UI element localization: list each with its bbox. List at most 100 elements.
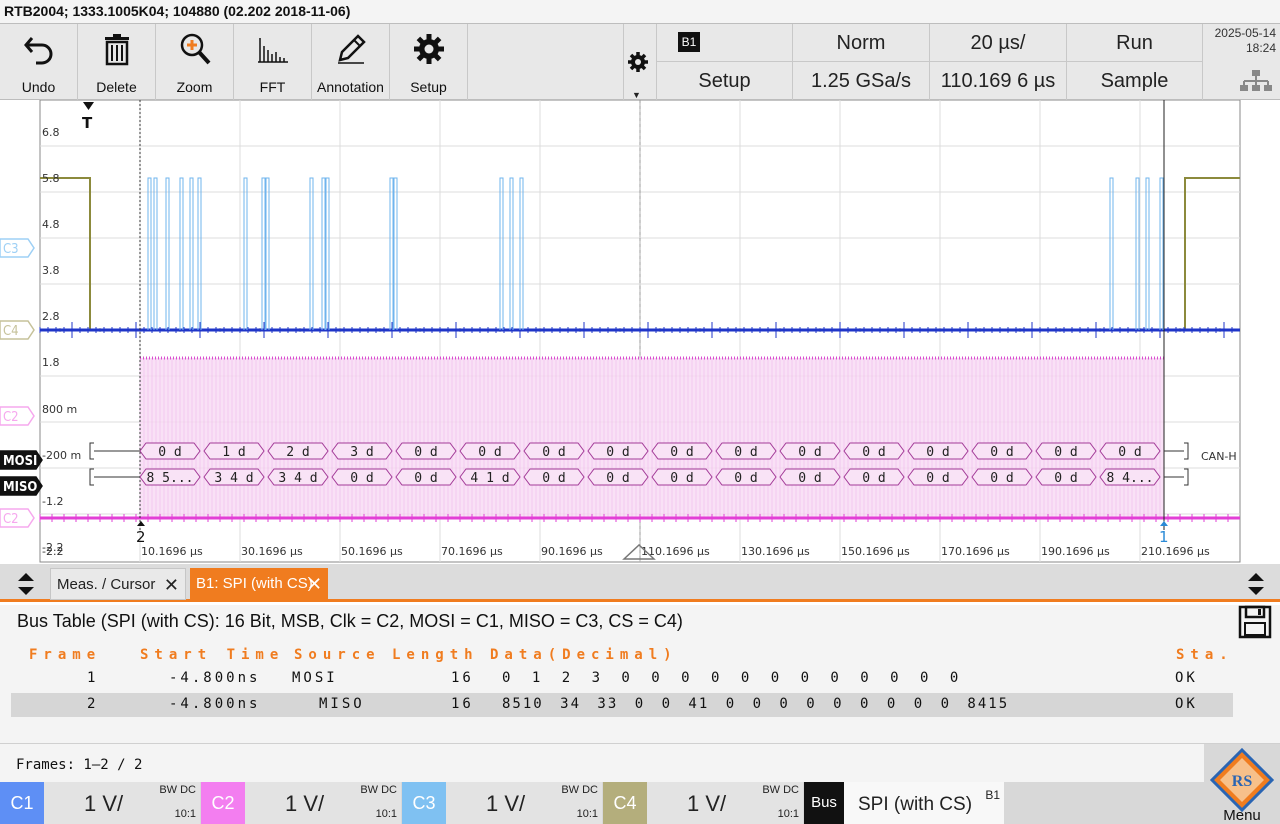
panel-resize-icon[interactable] [14, 570, 38, 598]
y-axis-label: 6.8 [42, 126, 60, 139]
gear-icon [413, 34, 444, 64]
mosi-frame-label: 0 d [414, 445, 437, 460]
miso-frame-label: 0 d [542, 471, 565, 486]
miso-frame-label: 3 4 d [214, 471, 253, 486]
mosi-frame-label: 0 d [606, 445, 629, 460]
quick-settings-gear-icon[interactable] [626, 50, 650, 74]
delete-button[interactable]: Delete [78, 24, 156, 100]
trigger-source-badge: B1 [678, 32, 700, 52]
miso-frame-label: 0 d [990, 471, 1013, 486]
fft-label: FFT [259, 79, 286, 95]
mosi-frame-label: 0 d [478, 445, 501, 460]
fft-button[interactable]: FFT [234, 24, 312, 100]
channel-c3-settings[interactable]: 1 V/ BW DC 10:1 [446, 782, 602, 824]
y-axis-label: 3.8 [42, 264, 60, 277]
miso-frame-label: 0 d [1054, 471, 1077, 486]
timebase[interactable]: 20 µs/ [930, 24, 1066, 62]
trigger-source-panel[interactable]: Setup [656, 24, 792, 100]
tab-meas-cursor[interactable]: Meas. / Cursor ✕ [50, 568, 186, 600]
x-axis-label: 90.1696 µs [541, 545, 603, 558]
row-length: 16 [451, 696, 474, 712]
row-frame: 1 [87, 670, 99, 686]
tab-meas-cursor-close-icon[interactable]: ✕ [164, 569, 179, 601]
channel-c4-settings[interactable]: 1 V/ BW DC 10:1 [647, 782, 803, 824]
bus-badge[interactable]: Bus [804, 782, 844, 824]
mosi-frame-label: 0 d [542, 445, 565, 460]
channel-c4-badge: C4 [603, 782, 647, 824]
row-source: MOSI [292, 670, 338, 686]
save-icon[interactable] [1238, 605, 1272, 639]
col-length: Length [392, 647, 479, 663]
channel-c1-settings[interactable]: 1 V/ BW DC 10:1 [44, 782, 200, 824]
bus-settings[interactable]: SPI (with CS) B1 [844, 782, 1004, 824]
mosi-frame-label: 0 d [926, 445, 949, 460]
cursor-1-label: 1 [1159, 528, 1169, 546]
run-state[interactable]: Run [1067, 24, 1202, 62]
miso-frame-label: 3 4 d [278, 471, 317, 486]
tab-bus-table-close-icon[interactable]: ✕ [307, 568, 322, 600]
bus-table-title: Bus Table (SPI (with CS): 16 Bit, MSB, C… [17, 611, 683, 631]
tab-meas-cursor-label: Meas. / Cursor [57, 576, 156, 593]
undo-button[interactable]: Undo [0, 24, 78, 100]
x-axis-label: 30.1696 µs [241, 545, 303, 558]
channel-c4-bw: BW DC [762, 784, 799, 796]
network-icon [1240, 70, 1272, 91]
channel-c1-badge: C1 [0, 782, 44, 824]
trigger-setup-button[interactable]: Setup [657, 62, 792, 100]
rs-logo-icon: RS [1210, 748, 1274, 812]
table-row[interactable]: 2 -4.800ns MISO 16 8510 34 33 0 0 41 0 0… [11, 693, 1233, 717]
spectrum-bars-icon [257, 38, 288, 63]
run-panel[interactable]: Run Sample [1066, 24, 1203, 100]
waveform-canvas[interactable]: 0 d 1 d 2 d 3 d 0 d 0 d 0 d 0 d 0 d 0 d 0 d 0 d 0 d 0… [0, 100, 1280, 564]
channel-c4[interactable]: C4 1 V/ BW DC 10:1 [603, 782, 803, 824]
x-axis-label: 150.1696 µs [841, 545, 910, 558]
channel-c3[interactable]: C3 1 V/ BW DC 10:1 [402, 782, 602, 824]
channel-c2-settings[interactable]: 1 V/ BW DC 10:1 [245, 782, 401, 824]
waveform-display[interactable]: 0 d 1 d 2 d 3 d 0 d 0 d 0 d 0 d 0 d 0 d 0 d 0 d 0 d 0… [0, 100, 1280, 564]
y-axis-label-bottom: -2.2 [42, 545, 63, 558]
panel-scroll-icon[interactable] [1244, 570, 1268, 598]
mosi-frame-label: 0 d [734, 445, 757, 460]
mosi-frame-label: 3 d [350, 445, 373, 460]
time: 18:24 [1245, 41, 1276, 55]
table-row[interactable]: 1 -4.800ns MOSI 16 0 1 2 3 0 0 0 0 0 0 0… [11, 667, 1233, 691]
channel-c4-ratio: 10:1 [777, 808, 799, 820]
sample-rate[interactable]: 1.25 GSa/s [793, 62, 929, 100]
setup-button[interactable]: Setup [390, 24, 468, 100]
table-divider [0, 743, 1280, 744]
y-axis-label: 2.8 [42, 310, 60, 323]
miso-frame-label: 0 d [862, 471, 885, 486]
mosi-frame-label: 0 d [670, 445, 693, 460]
channel-marker-label: C2 [3, 512, 19, 527]
magnifier-plus-icon [180, 33, 210, 65]
trigger-mode-panel[interactable]: Norm 1.25 GSa/s [792, 24, 929, 100]
channel-marker-label: MISO [3, 480, 37, 495]
mosi-frame-label: 0 d [990, 445, 1013, 460]
channel-c1[interactable]: C1 1 V/ BW DC 10:1 [0, 782, 200, 824]
expand-toolbar-icon[interactable]: ▼ [632, 90, 641, 100]
zoom-button[interactable]: Zoom [156, 24, 234, 100]
row-start: -4.800ns [169, 670, 261, 686]
empty-tool-slot [468, 24, 624, 100]
channel-c2[interactable]: C2 1 V/ BW DC 10:1 [201, 782, 401, 824]
annotation-button[interactable]: Annotation [312, 24, 390, 100]
y-axis-label: -1.2 [42, 495, 63, 508]
undo-arrow-icon [23, 37, 52, 65]
delete-label: Delete [96, 79, 137, 95]
timebase-panel[interactable]: 20 µs/ 110.169 6 µs [929, 24, 1066, 100]
bus-end-label: CAN-H [1201, 450, 1237, 463]
setup-label: Setup [410, 79, 447, 95]
horizontal-position[interactable]: 110.169 6 µs [930, 62, 1066, 100]
tab-bus-table[interactable]: B1: SPI (with CS) ✕ [190, 568, 328, 600]
acquire-mode[interactable]: Sample [1067, 62, 1202, 100]
title-bar: RTB2004; 1333.1005K04; 104880 (02.202 20… [0, 0, 1280, 24]
menu-button[interactable]: RS Menu [1204, 744, 1280, 824]
channel-marker-label: C3 [3, 242, 19, 257]
instrument-title: RTB2004; 1333.1005K04; 104880 (02.202 20… [4, 3, 351, 19]
y-axis-label: 1.8 [42, 356, 60, 369]
trigger-mode[interactable]: Norm [793, 24, 929, 62]
annotation-label: Annotation [317, 79, 384, 95]
mosi-frame-label: 1 d [222, 445, 245, 460]
channel-bar: C1 1 V/ BW DC 10:1 C2 1 V/ BW DC 10:1 C3… [0, 782, 1280, 824]
row-data: 0 1 2 3 0 0 0 0 0 0 0 0 0 0 0 0 [502, 670, 964, 686]
